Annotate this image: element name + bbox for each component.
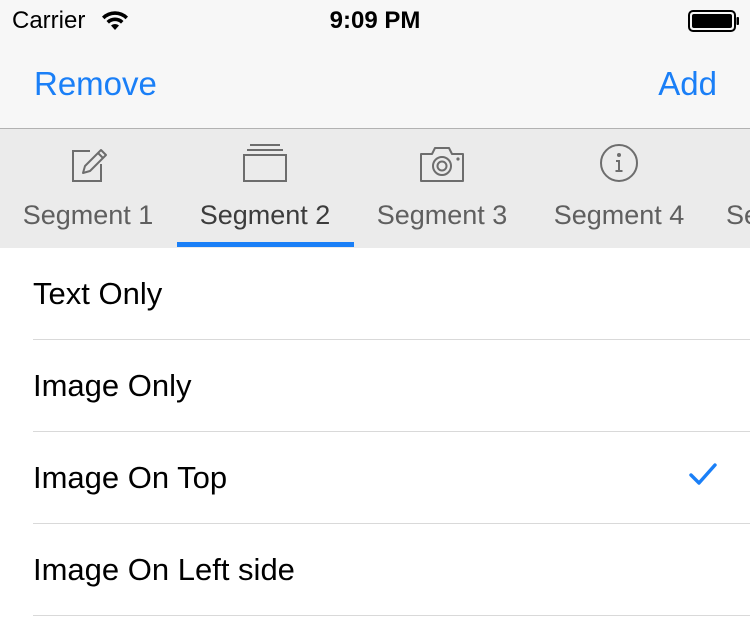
segment-label: Segment 3 bbox=[376, 200, 508, 230]
add-button[interactable]: Add bbox=[658, 64, 717, 104]
list-item-text-only[interactable]: Text Only bbox=[33, 248, 750, 340]
list-item-image-on-left-side[interactable]: Image On Left side bbox=[33, 524, 750, 616]
remove-button[interactable]: Remove bbox=[34, 64, 157, 104]
segment-label: Segment 2 bbox=[199, 200, 331, 230]
status-time: 9:09 PM bbox=[329, 7, 421, 34]
checkmark-icon bbox=[689, 463, 717, 485]
options-list: Text Only Image Only Image On Top Image … bbox=[0, 248, 750, 616]
segment-2[interactable]: Segment 2 bbox=[177, 129, 353, 248]
list-item-label: Image On Top bbox=[33, 460, 228, 495]
list-item-image-on-top[interactable]: Image On Top bbox=[33, 432, 750, 524]
status-bar: Carrier 9:09 PM bbox=[0, 0, 750, 40]
battery-icon bbox=[688, 10, 739, 32]
stack-icon bbox=[243, 144, 287, 182]
compose-icon bbox=[72, 149, 107, 182]
segment-1[interactable]: Segment 1 bbox=[0, 129, 176, 248]
segment-5-label-partial[interactable]: Se bbox=[726, 199, 750, 231]
navigation-bar: Remove Add bbox=[0, 40, 750, 129]
list-item-label: Image Only bbox=[33, 368, 192, 403]
list-item-label: Text Only bbox=[33, 276, 163, 311]
info-icon bbox=[600, 144, 638, 182]
list-item-image-only[interactable]: Image Only bbox=[33, 340, 750, 432]
screen: Carrier 9:09 PM Remove Add Segment 1 Seg… bbox=[0, 0, 750, 619]
segment-bar: Segment 1 Segment 2 Segment 3 Segment 4 … bbox=[0, 129, 750, 248]
segment-label: Segment 1 bbox=[22, 200, 154, 230]
segment-4[interactable]: Segment 4 bbox=[531, 129, 707, 248]
segment-label: Segment 4 bbox=[553, 200, 685, 230]
camera-icon bbox=[420, 147, 464, 182]
list-item-label: Image On Left side bbox=[33, 552, 295, 587]
selected-segment-indicator bbox=[177, 242, 354, 247]
segment-3[interactable]: Segment 3 bbox=[354, 129, 530, 248]
